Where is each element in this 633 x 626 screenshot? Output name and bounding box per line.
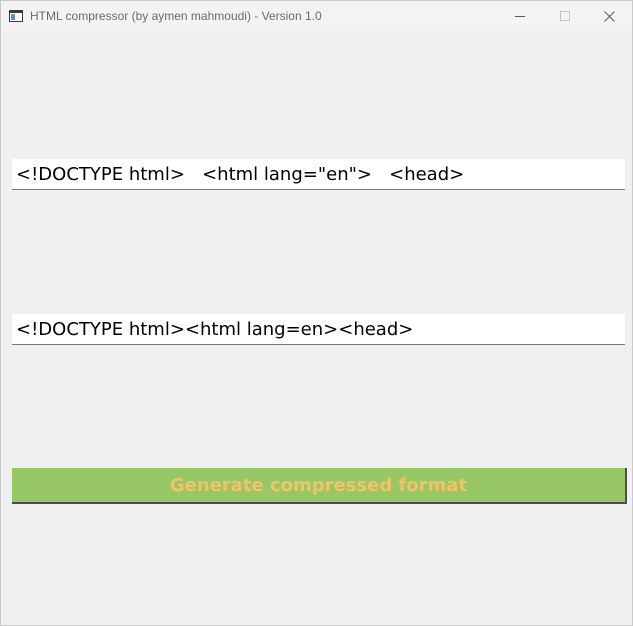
window-controls: [497, 1, 632, 31]
close-button[interactable]: [587, 1, 632, 31]
generate-compressed-button[interactable]: Generate compressed format: [12, 468, 627, 504]
minimize-button[interactable]: [497, 1, 542, 31]
app-window: HTML compressor (by aymen mahmoudi) - Ve…: [0, 0, 633, 626]
window-title: HTML compressor (by aymen mahmoudi) - Ve…: [30, 9, 322, 23]
title-bar[interactable]: HTML compressor (by aymen mahmoudi) - Ve…: [1, 1, 632, 31]
html-input-field[interactable]: [12, 159, 625, 190]
app-window-icon: [9, 10, 23, 22]
maximize-icon: [559, 11, 570, 21]
minimize-icon: [514, 11, 525, 21]
close-icon: [604, 10, 615, 22]
compressed-output-field[interactable]: [12, 314, 625, 345]
maximize-button[interactable]: [542, 1, 587, 31]
